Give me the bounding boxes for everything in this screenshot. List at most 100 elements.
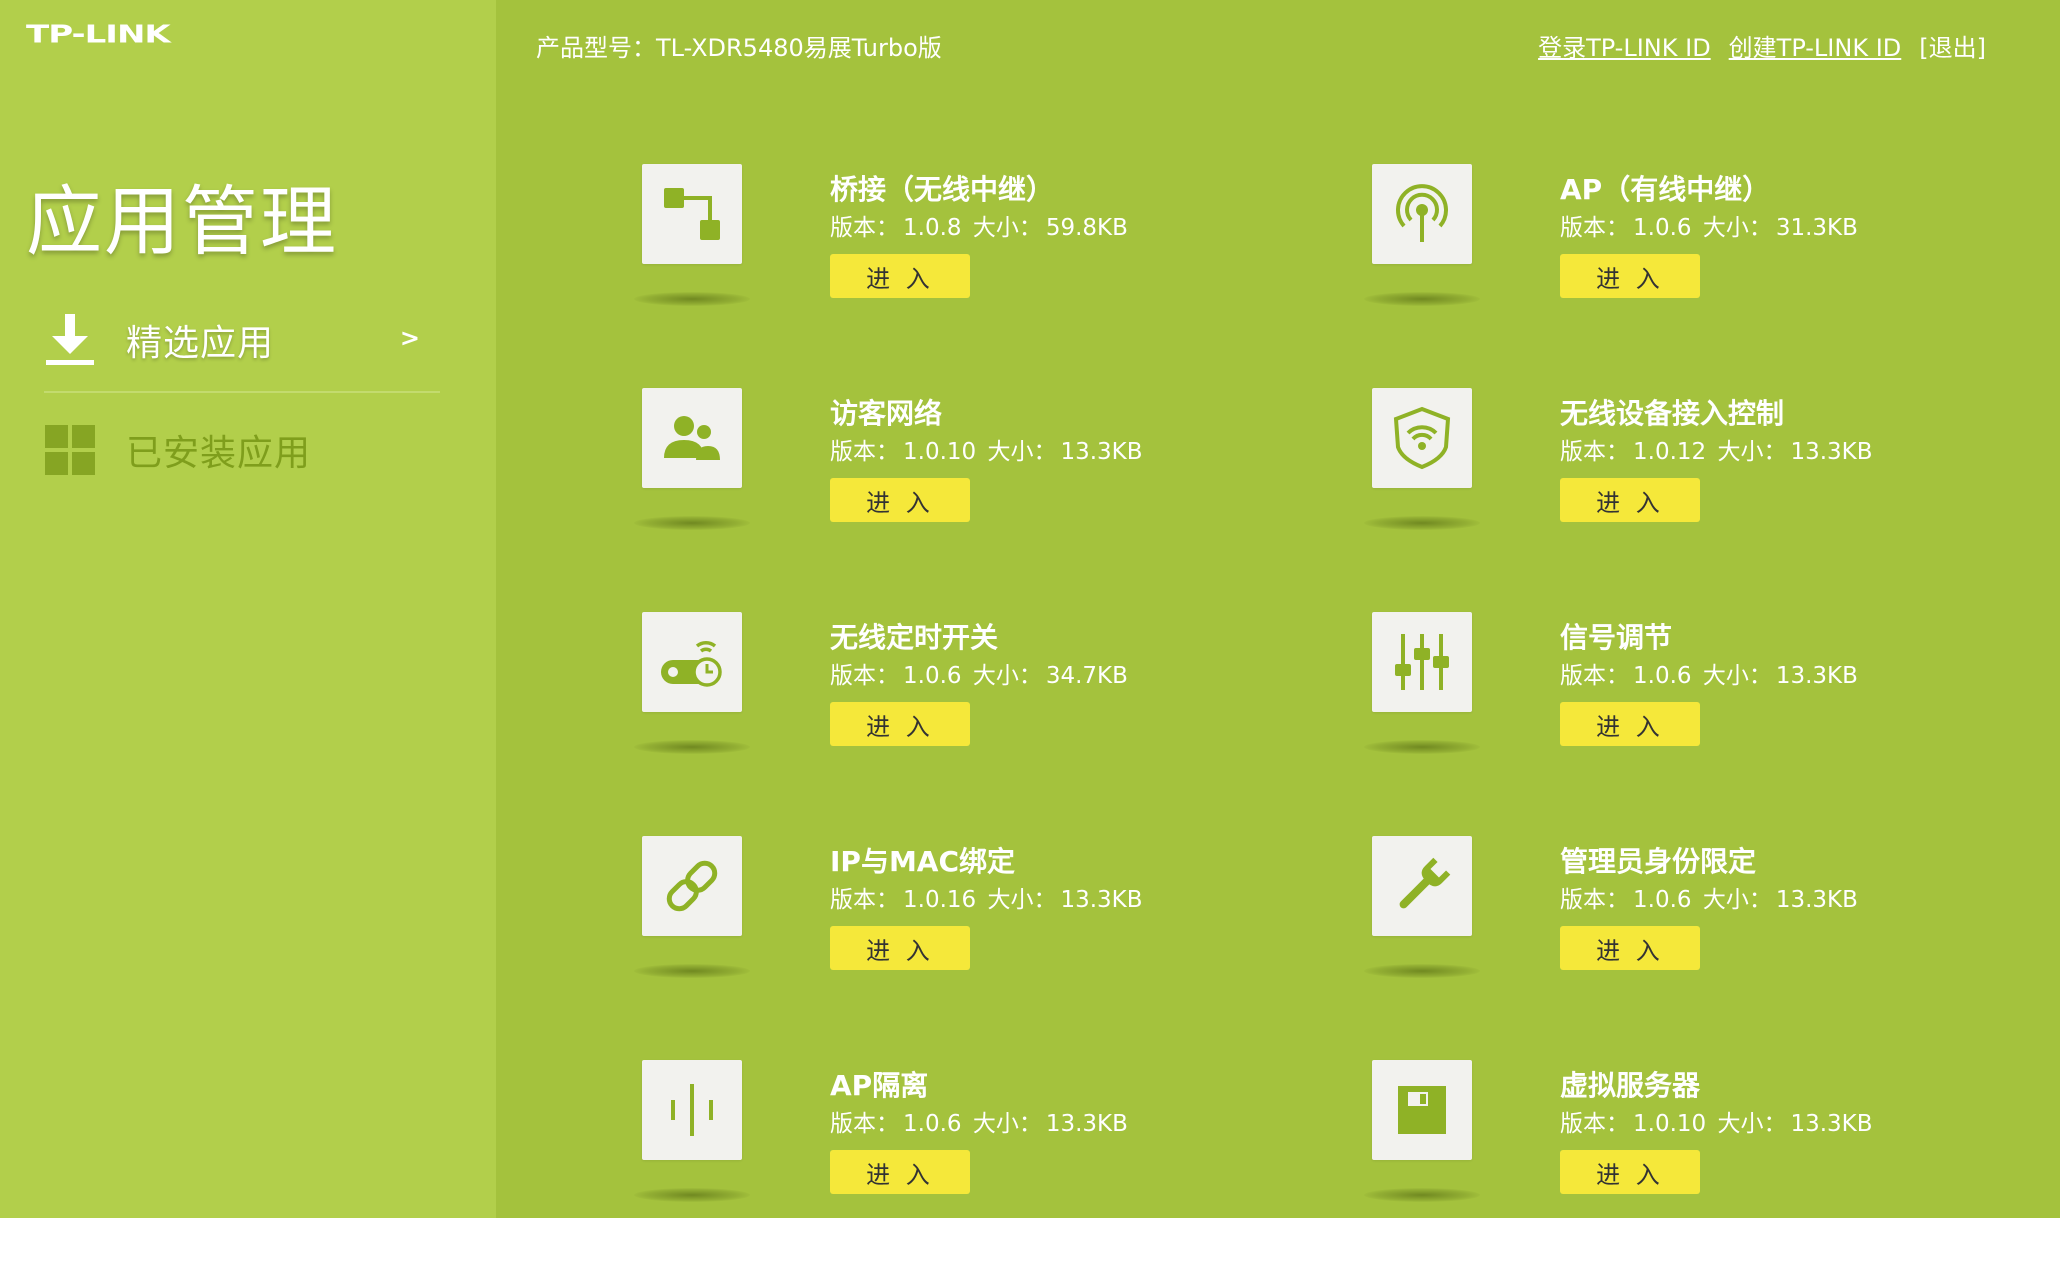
card-shadow — [1364, 1188, 1480, 1202]
app-size: 31.3KB — [1775, 215, 1858, 241]
ap-signal-icon — [1372, 164, 1472, 264]
size-label: 大小： — [1702, 215, 1772, 241]
version-label: 版本： — [1560, 1111, 1629, 1137]
version-label: 版本： — [1560, 215, 1629, 241]
app-meta: 版本： 1.0.10 大小： 13.3KB — [1560, 1104, 1877, 1138]
app-name: AP（有线中继） — [1560, 173, 1771, 206]
version-label: 版本： — [830, 1111, 899, 1137]
size-label: 大小： — [1717, 1111, 1787, 1137]
size-label: 大小： — [1717, 439, 1787, 465]
create-tplink-id-link[interactable]: 创建TP-LINK ID — [1729, 28, 1902, 63]
wrench-icon — [1372, 836, 1472, 936]
app-size: 34.7KB — [1045, 663, 1128, 689]
version-label: 版本： — [830, 887, 899, 913]
sidebar-item-label: 已安装应用 — [126, 433, 312, 474]
version-label: 版本： — [1560, 663, 1629, 689]
app-size: 13.3KB — [1775, 663, 1858, 689]
wireless-timer-icon — [642, 612, 742, 712]
version-label: 版本： — [830, 215, 899, 241]
card-shadow — [1364, 292, 1480, 306]
app-version: 1.0.6 — [1633, 663, 1692, 689]
chevron-right-icon: > — [399, 324, 420, 352]
size-label: 大小： — [987, 439, 1057, 465]
app-meta: 版本： 1.0.8 大小： 59.8KB — [830, 208, 1132, 242]
sidebar-item-featured-apps[interactable]: 精选应用 > — [44, 290, 440, 390]
app-name: 管理员身份限定 — [1560, 845, 1757, 878]
app-name: 无线设备接入控制 — [1560, 397, 1785, 430]
card-shadow — [1364, 964, 1480, 978]
enter-button[interactable]: 进 入 — [830, 926, 970, 970]
size-label: 大小： — [1702, 663, 1772, 689]
app-version: 1.0.6 — [903, 1111, 962, 1137]
card-shadow — [634, 964, 750, 978]
app-meta: 版本： 1.0.6 大小： 34.7KB — [830, 656, 1132, 690]
app-name: 无线定时开关 — [830, 621, 999, 654]
download-icon — [44, 312, 96, 368]
app-size: 13.3KB — [1060, 887, 1143, 913]
link-icon — [642, 836, 742, 936]
size-label: 大小： — [987, 887, 1057, 913]
app-version: 1.0.16 — [903, 887, 977, 913]
enter-button[interactable]: 进 入 — [1560, 478, 1700, 522]
app-name: IP与MAC绑定 — [830, 845, 1016, 878]
app-size: 13.3KB — [1790, 1111, 1873, 1137]
app-version: 1.0.12 — [1633, 439, 1707, 465]
enter-button[interactable]: 进 入 — [1560, 254, 1700, 298]
app-version: 1.0.6 — [1633, 887, 1692, 913]
sidebar-item-installed-apps[interactable]: 已安装应用 — [44, 400, 440, 500]
enter-button[interactable]: 进 入 — [830, 1150, 970, 1194]
size-label: 大小： — [1702, 887, 1772, 913]
bridge-icon — [642, 164, 742, 264]
version-label: 版本： — [830, 663, 899, 689]
logout-link[interactable]: [退出] — [1919, 28, 1986, 63]
card-shadow — [634, 740, 750, 754]
app-version: 1.0.10 — [903, 439, 977, 465]
app-name: 虚拟服务器 — [1560, 1069, 1701, 1102]
app-manager-page: TP-LINK 应用管理 精选应用 > 已安装应用 产品型号：TL-XDR548… — [0, 0, 2060, 1218]
app-card-wireless-timer: 无线定时开关 版本： 1.0.6 大小： 34.7KB 进 入 — [634, 612, 1262, 836]
enter-button[interactable]: 进 入 — [830, 478, 970, 522]
version-label: 版本： — [1560, 887, 1629, 913]
app-card-virtual-server: 虚拟服务器 版本： 1.0.10 大小： 13.3KB 进 入 — [1364, 1060, 1992, 1284]
size-label: 大小： — [972, 663, 1042, 689]
app-meta: 版本： 1.0.6 大小： 13.3KB — [830, 1104, 1132, 1138]
app-size: 59.8KB — [1045, 215, 1128, 241]
card-shadow — [1364, 740, 1480, 754]
app-name: 访客网络 — [830, 397, 943, 430]
version-label: 版本： — [830, 439, 899, 465]
sidebar-item-label: 精选应用 — [126, 323, 275, 364]
sliders-icon — [1372, 612, 1472, 712]
card-shadow — [1364, 516, 1480, 530]
app-card-admin-restriction: 管理员身份限定 版本： 1.0.6 大小： 13.3KB 进 入 — [1364, 836, 1992, 1060]
app-card-signal-tuning: 信号调节 版本： 1.0.6 大小： 13.3KB 进 入 — [1364, 612, 1992, 836]
app-card-ap-isolation: AP隔离 版本： 1.0.6 大小： 13.3KB 进 入 — [634, 1060, 1262, 1284]
enter-button[interactable]: 进 入 — [1560, 926, 1700, 970]
app-size: 13.3KB — [1060, 439, 1143, 465]
enter-button[interactable]: 进 入 — [830, 254, 970, 298]
app-size: 13.3KB — [1790, 439, 1873, 465]
size-label: 大小： — [972, 1111, 1042, 1137]
divider — [44, 391, 440, 393]
product-model: 产品型号：TL-XDR5480易展Turbo版 — [536, 34, 942, 62]
app-version: 1.0.10 — [1633, 1111, 1707, 1137]
app-version: 1.0.8 — [903, 215, 962, 241]
tp-link-logo: TP-LINK — [26, 20, 171, 49]
app-name: 桥接（无线中继） — [830, 173, 1055, 206]
enter-button[interactable]: 进 入 — [830, 702, 970, 746]
app-card-ip-mac-binding: IP与MAC绑定 版本： 1.0.16 大小： 13.3KB 进 入 — [634, 836, 1262, 1060]
sidebar: TP-LINK 应用管理 精选应用 > 已安装应用 — [0, 0, 496, 1218]
ap-isolation-icon — [642, 1060, 742, 1160]
app-name: AP隔离 — [830, 1069, 929, 1102]
app-size: 13.3KB — [1045, 1111, 1128, 1137]
virtual-server-icon — [1372, 1060, 1472, 1160]
card-shadow — [634, 516, 750, 530]
app-card-guest-network: 访客网络 版本： 1.0.10 大小： 13.3KB 进 入 — [634, 388, 1262, 612]
size-label: 大小： — [972, 215, 1042, 241]
enter-button[interactable]: 进 入 — [1560, 1150, 1700, 1194]
app-size: 13.3KB — [1775, 887, 1858, 913]
app-meta: 版本： 1.0.12 大小： 13.3KB — [1560, 432, 1877, 466]
app-meta: 版本： 1.0.10 大小： 13.3KB — [830, 432, 1147, 466]
app-meta: 版本： 1.0.16 大小： 13.3KB — [830, 880, 1147, 914]
enter-button[interactable]: 进 入 — [1560, 702, 1700, 746]
login-tplink-id-link[interactable]: 登录TP-LINK ID — [1538, 28, 1711, 63]
